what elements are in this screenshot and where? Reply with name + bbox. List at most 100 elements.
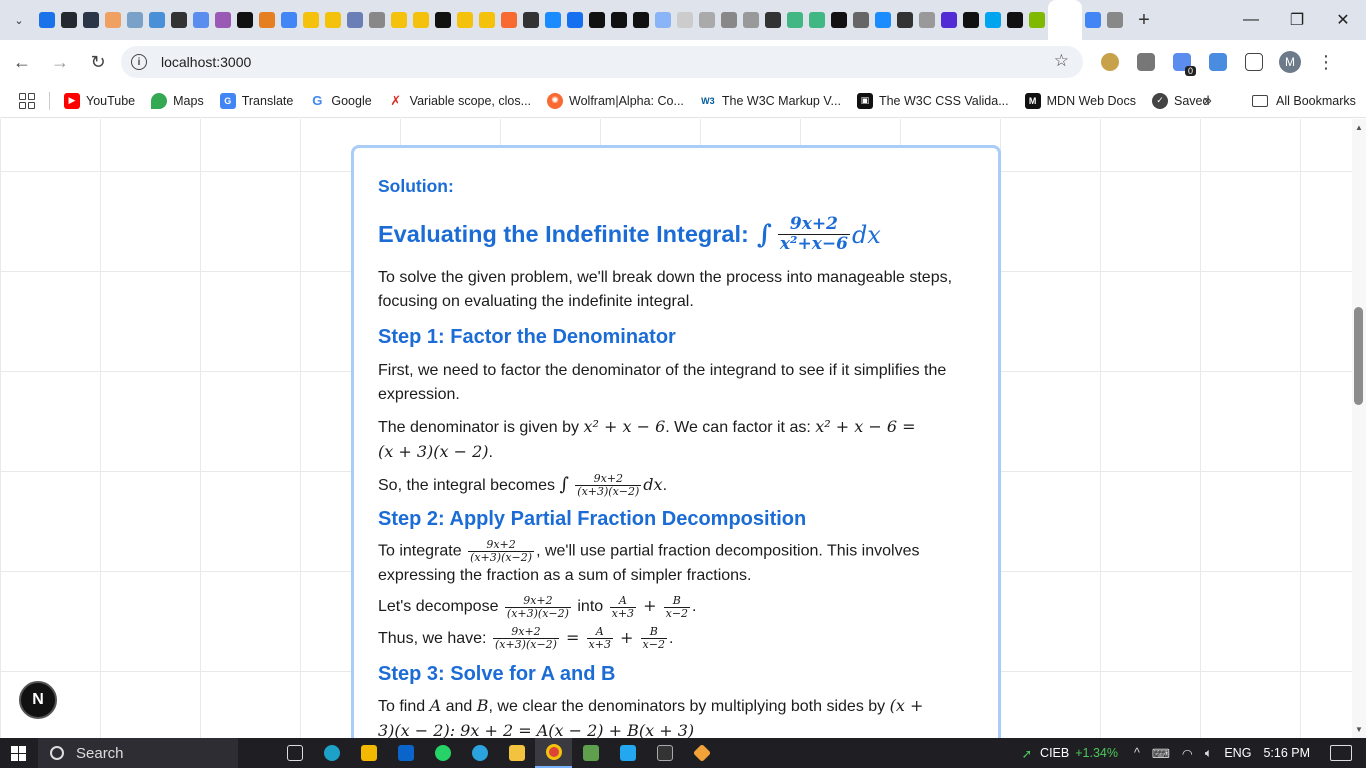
bookmark-youtube[interactable]: ▶ YouTube bbox=[64, 92, 135, 109]
tab[interactable] bbox=[784, 0, 806, 40]
tab[interactable] bbox=[388, 0, 410, 40]
tab-search-button[interactable]: ⌄ bbox=[6, 7, 32, 33]
start-button[interactable] bbox=[0, 738, 36, 768]
tab[interactable] bbox=[960, 0, 982, 40]
profile-avatar[interactable]: M bbox=[1276, 48, 1304, 76]
tab[interactable] bbox=[850, 0, 872, 40]
tab[interactable] bbox=[454, 0, 476, 40]
tab[interactable] bbox=[190, 0, 212, 40]
menu-icon[interactable]: ⋮ bbox=[1312, 48, 1340, 76]
nextjs-dev-badge[interactable]: N bbox=[19, 681, 57, 719]
puzzle-icon[interactable] bbox=[1240, 48, 1268, 76]
extension-icon[interactable] bbox=[1204, 48, 1232, 76]
page-scrollbar[interactable]: ▲ ▼ bbox=[1352, 119, 1366, 738]
tab[interactable] bbox=[652, 0, 674, 40]
forward-icon[interactable]: → bbox=[42, 44, 78, 80]
tab[interactable] bbox=[740, 0, 762, 40]
tab[interactable] bbox=[410, 0, 432, 40]
site-info-icon[interactable]: i bbox=[131, 54, 147, 70]
close-window-button[interactable]: ✕ bbox=[1320, 0, 1366, 40]
vscode-icon[interactable] bbox=[609, 738, 646, 768]
outlook-icon[interactable] bbox=[387, 738, 424, 768]
tab[interactable] bbox=[696, 0, 718, 40]
task-view-icon[interactable] bbox=[276, 738, 313, 768]
tab[interactable] bbox=[432, 0, 454, 40]
tab[interactable] bbox=[564, 0, 586, 40]
address-bar[interactable]: i localhost:3000 ☆ bbox=[121, 46, 1083, 78]
tab[interactable] bbox=[366, 0, 388, 40]
tab[interactable] bbox=[872, 0, 894, 40]
tab[interactable] bbox=[608, 0, 630, 40]
restore-button[interactable]: ❐ bbox=[1274, 0, 1320, 40]
bookmark-w3c-markup[interactable]: W3 The W3C Markup V... bbox=[699, 92, 841, 109]
tab[interactable] bbox=[498, 0, 520, 40]
tab[interactable] bbox=[1004, 0, 1026, 40]
tab[interactable] bbox=[278, 0, 300, 40]
tab[interactable] bbox=[762, 0, 784, 40]
url-text[interactable]: localhost:3000 bbox=[161, 54, 251, 70]
tab[interactable] bbox=[520, 0, 542, 40]
telegram-icon[interactable] bbox=[461, 738, 498, 768]
bookmark-star-icon[interactable]: ☆ bbox=[1054, 51, 1069, 71]
tab[interactable] bbox=[168, 0, 190, 40]
tab[interactable] bbox=[718, 0, 740, 40]
tab[interactable] bbox=[146, 0, 168, 40]
tab[interactable] bbox=[476, 0, 498, 40]
nodejs-icon[interactable] bbox=[572, 738, 609, 768]
tab[interactable] bbox=[982, 0, 1004, 40]
tab[interactable] bbox=[322, 0, 344, 40]
tab[interactable] bbox=[586, 0, 608, 40]
whatsapp-icon[interactable] bbox=[424, 738, 461, 768]
stock-ticker[interactable]: CIEB bbox=[1040, 746, 1069, 760]
bookmark-mdn[interactable]: M MDN Web Docs bbox=[1024, 92, 1136, 109]
minimize-button[interactable]: — bbox=[1228, 0, 1274, 40]
scroll-down-icon[interactable]: ▼ bbox=[1355, 725, 1363, 734]
new-tab-button[interactable]: + bbox=[1130, 6, 1158, 34]
file-explorer-icon[interactable] bbox=[498, 738, 535, 768]
tab[interactable] bbox=[630, 0, 652, 40]
apps-icon[interactable] bbox=[19, 92, 35, 109]
chevron-up-icon[interactable]: ^ bbox=[1134, 746, 1140, 760]
store-icon[interactable] bbox=[350, 738, 387, 768]
tab[interactable] bbox=[806, 0, 828, 40]
tab[interactable] bbox=[80, 0, 102, 40]
taskbar-search[interactable]: Search bbox=[38, 738, 238, 768]
bookmark-google[interactable]: G Google bbox=[309, 92, 372, 109]
extension-icon[interactable] bbox=[1096, 48, 1124, 76]
tab[interactable] bbox=[542, 0, 564, 40]
tab-close-icon[interactable]: ✕ bbox=[1057, 12, 1073, 28]
scrollbar-thumb[interactable] bbox=[1354, 307, 1363, 405]
edge-icon[interactable] bbox=[313, 738, 350, 768]
terminal-icon[interactable] bbox=[646, 738, 683, 768]
bookmark-w3c-css[interactable]: ▣ The W3C CSS Valida... bbox=[856, 92, 1009, 109]
tab[interactable] bbox=[212, 0, 234, 40]
tab[interactable] bbox=[894, 0, 916, 40]
bookmark-wolfram[interactable]: ✺ Wolfram|Alpha: Co... bbox=[547, 92, 684, 109]
git-icon[interactable] bbox=[683, 738, 720, 768]
tab[interactable] bbox=[828, 0, 850, 40]
language-indicator[interactable]: ENG bbox=[1224, 746, 1251, 760]
bookmark-maps[interactable]: Maps bbox=[151, 92, 204, 109]
extension-icon[interactable] bbox=[1132, 48, 1160, 76]
tab[interactable] bbox=[234, 0, 256, 40]
chrome-icon[interactable] bbox=[535, 738, 572, 768]
extension-icon[interactable]: 0 bbox=[1168, 48, 1196, 76]
tab[interactable] bbox=[1026, 0, 1048, 40]
tab[interactable] bbox=[300, 0, 322, 40]
bookmark-saved[interactable]: ✓ Saved bbox=[1152, 92, 1209, 109]
tab[interactable] bbox=[674, 0, 696, 40]
keyboard-icon[interactable]: ⌨ bbox=[1152, 746, 1170, 761]
tab[interactable] bbox=[1104, 0, 1126, 40]
bookmark-translate[interactable]: G Translate bbox=[219, 92, 293, 109]
active-tab[interactable]: ✕ bbox=[1048, 0, 1082, 40]
wifi-icon[interactable]: ◠ bbox=[1182, 746, 1193, 761]
notification-icon[interactable] bbox=[1330, 745, 1352, 761]
volume-icon[interactable]: 🔈︎ bbox=[1205, 746, 1213, 761]
tab[interactable] bbox=[256, 0, 278, 40]
tab[interactable] bbox=[344, 0, 366, 40]
tab[interactable] bbox=[58, 0, 80, 40]
reload-icon[interactable]: ↻ bbox=[80, 44, 116, 80]
all-bookmarks-button[interactable]: All Bookmarks bbox=[1252, 94, 1356, 108]
tab[interactable] bbox=[124, 0, 146, 40]
bookmark-variable-scope[interactable]: ✗ Variable scope, clos... bbox=[387, 92, 531, 109]
